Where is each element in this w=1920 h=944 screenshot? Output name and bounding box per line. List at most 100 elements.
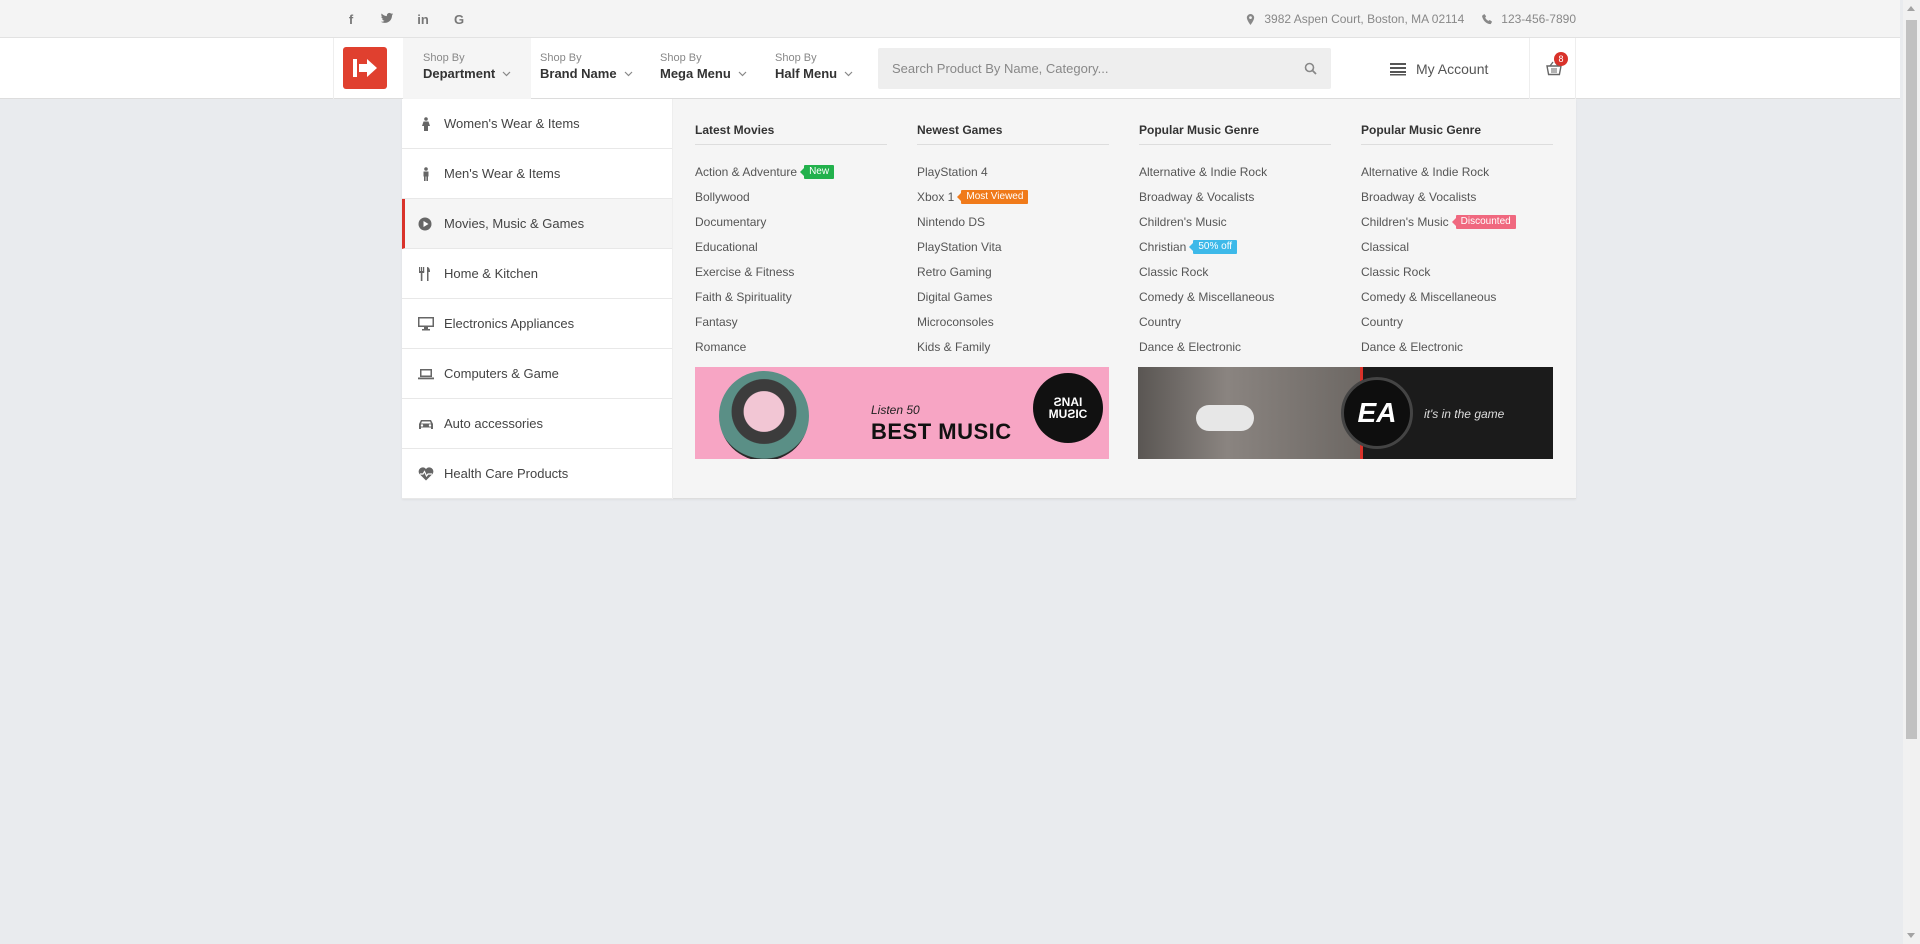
column-list: Action & Adventure New Bollywood Document… [695,159,895,359]
chevron-down-icon [738,71,747,76]
linkedin-link[interactable]: in [405,0,441,38]
menu-link[interactable]: Alternative & Indie Rock [1139,159,1339,184]
menu-link[interactable]: Kids & Family [917,334,1117,359]
menu-link[interactable]: Educational [695,234,895,259]
menu-link[interactable]: Children's Music [1139,209,1339,234]
scroll-up-arrow-icon[interactable] [1907,6,1915,11]
menu-link[interactable]: Dance & Electronic [1139,334,1339,359]
sidebar-item-mens-wear[interactable]: Men's Wear & Items [402,149,672,199]
sidebar-item-label: Electronics Appliances [444,316,575,331]
menu-link[interactable]: Classic Rock [1139,259,1339,284]
search-bar [878,48,1331,89]
menu-link[interactable]: PlayStation 4 [917,159,1117,184]
my-account-link[interactable]: My Account [1390,38,1488,99]
nav-shop-by-brand-name[interactable]: Shop By Brand Name [520,38,653,99]
twitter-link[interactable] [369,0,405,38]
main-header: Shop By Department Shop By Brand Name Sh… [0,38,1900,99]
cutlery-icon [418,266,438,282]
chevron-down-icon [624,71,633,76]
menu-link[interactable]: Romance [695,334,895,359]
nav-shop-by-mega-menu[interactable]: Shop By Mega Menu [640,38,767,99]
nav-big-label: Department [423,66,511,81]
menu-link[interactable]: Action & Adventure New [695,159,895,184]
sidebar-item-label: Men's Wear & Items [444,166,561,181]
heartbeat-icon [418,466,438,482]
menu-link[interactable]: Faith & Spirituality [695,284,895,309]
phone-icon [1482,13,1493,24]
menu-link[interactable]: Retro Gaming [917,259,1117,284]
menu-link[interactable]: Classical [1361,234,1561,259]
car-icon [418,416,438,432]
scrollbar-thumb[interactable] [1906,20,1917,739]
contact-info: 3982 Aspen Court, Boston, MA 02114 123-4… [1245,12,1576,26]
nav-small-label: Shop By [423,52,465,64]
music-logo-disc: ƧNAI MUƧIC [1033,373,1103,443]
map-marker-icon [1247,13,1255,25]
menu-link[interactable]: Fantasy [695,309,895,334]
discount-badge: 50% off [1189,239,1238,254]
cart-button[interactable]: 8 [1529,38,1577,99]
column-list: Alternative & Indie Rock Broadway & Voca… [1139,159,1339,359]
search-input[interactable] [892,61,1304,76]
sidebar-item-label: Movies, Music & Games [444,216,585,231]
menu-link[interactable]: Broadway & Vocalists [1139,184,1339,209]
column-list: PlayStation 4 Xbox 1 Most Viewed Nintendo… [917,159,1117,359]
department-sidebar: Women's Wear & Items Men's Wear & Items … [402,99,673,499]
female-icon [418,116,438,132]
nav-small-label: Shop By [540,52,582,64]
phone-text: 123-456-7890 [1501,12,1576,26]
page-scrollbar[interactable] [1903,0,1920,944]
sidebar-item-label: Health Care Products [444,466,569,481]
header-inner: Shop By Department Shop By Brand Name Sh… [333,38,1576,99]
new-badge: New [800,164,835,179]
controller-icon [1196,405,1254,431]
menu-link[interactable]: PlayStation Vita [917,234,1117,259]
search-icon[interactable] [1304,62,1317,75]
menu-link[interactable]: Classic Rock [1361,259,1561,284]
menu-link[interactable]: Bollywood [695,184,895,209]
menu-link[interactable]: Christian 50% off [1139,234,1339,259]
menu-link[interactable]: Alternative & Indie Rock [1361,159,1561,184]
ea-games-banner[interactable]: EA it's in the game [1138,367,1553,459]
banner-headline: BEST MUSIC [871,419,1012,444]
best-music-banner[interactable]: Listen 50 BEST MUSIC ƧNAI MUƧIC [695,367,1109,459]
google-icon: G [453,11,465,27]
logo-arrow-icon [353,59,377,77]
menu-link[interactable]: Nintendo DS [917,209,1117,234]
social-links: f in G [333,0,477,38]
scroll-down-arrow-icon[interactable] [1907,933,1915,938]
column-title: Newest Games [917,123,1109,145]
menu-link[interactable]: Digital Games [917,284,1117,309]
nav-shop-by-department[interactable]: Shop By Department [403,38,532,99]
sidebar-item-movies-music-games[interactable]: Movies, Music & Games [402,199,672,249]
sidebar-item-computers-game[interactable]: Computers & Game [402,349,672,399]
menu-link[interactable]: Exercise & Fitness [695,259,895,284]
nav-big-label: Mega Menu [660,66,747,81]
menu-link[interactable]: Comedy & Miscellaneous [1139,284,1339,309]
facebook-link[interactable]: f [333,0,369,38]
menu-link[interactable]: Country [1139,309,1339,334]
menu-link[interactable]: Comedy & Miscellaneous [1361,284,1561,309]
facebook-icon: f [348,11,354,27]
sidebar-item-health-care[interactable]: Health Care Products [402,449,672,499]
nav-shop-by-half-menu[interactable]: Shop By Half Menu [755,38,873,99]
menu-link[interactable]: Dance & Electronic [1361,334,1561,359]
menu-link[interactable]: Microconsoles [917,309,1117,334]
sidebar-item-electronics-appliances[interactable]: Electronics Appliances [402,299,672,349]
sidebar-item-auto-accessories[interactable]: Auto accessories [402,399,672,449]
sidebar-item-womens-wear[interactable]: Women's Wear & Items [402,99,672,149]
menu-link[interactable]: Children's Music Discounted [1361,209,1561,234]
linkedin-icon: in [417,11,429,27]
my-account-label: My Account [1416,60,1489,77]
menu-link[interactable]: Xbox 1 Most Viewed [917,184,1117,209]
nav-small-label: Shop By [775,52,817,64]
headphones-model-image [719,371,809,459]
google-link[interactable]: G [441,0,477,38]
nav-big-label: Brand Name [540,66,633,81]
site-logo[interactable] [343,47,387,89]
top-bar: f in G 3982 Aspen Court, Boston, MA 0211… [0,0,1900,38]
menu-link[interactable]: Documentary [695,209,895,234]
menu-link[interactable]: Broadway & Vocalists [1361,184,1561,209]
menu-link[interactable]: Country [1361,309,1561,334]
sidebar-item-home-kitchen[interactable]: Home & Kitchen [402,249,672,299]
